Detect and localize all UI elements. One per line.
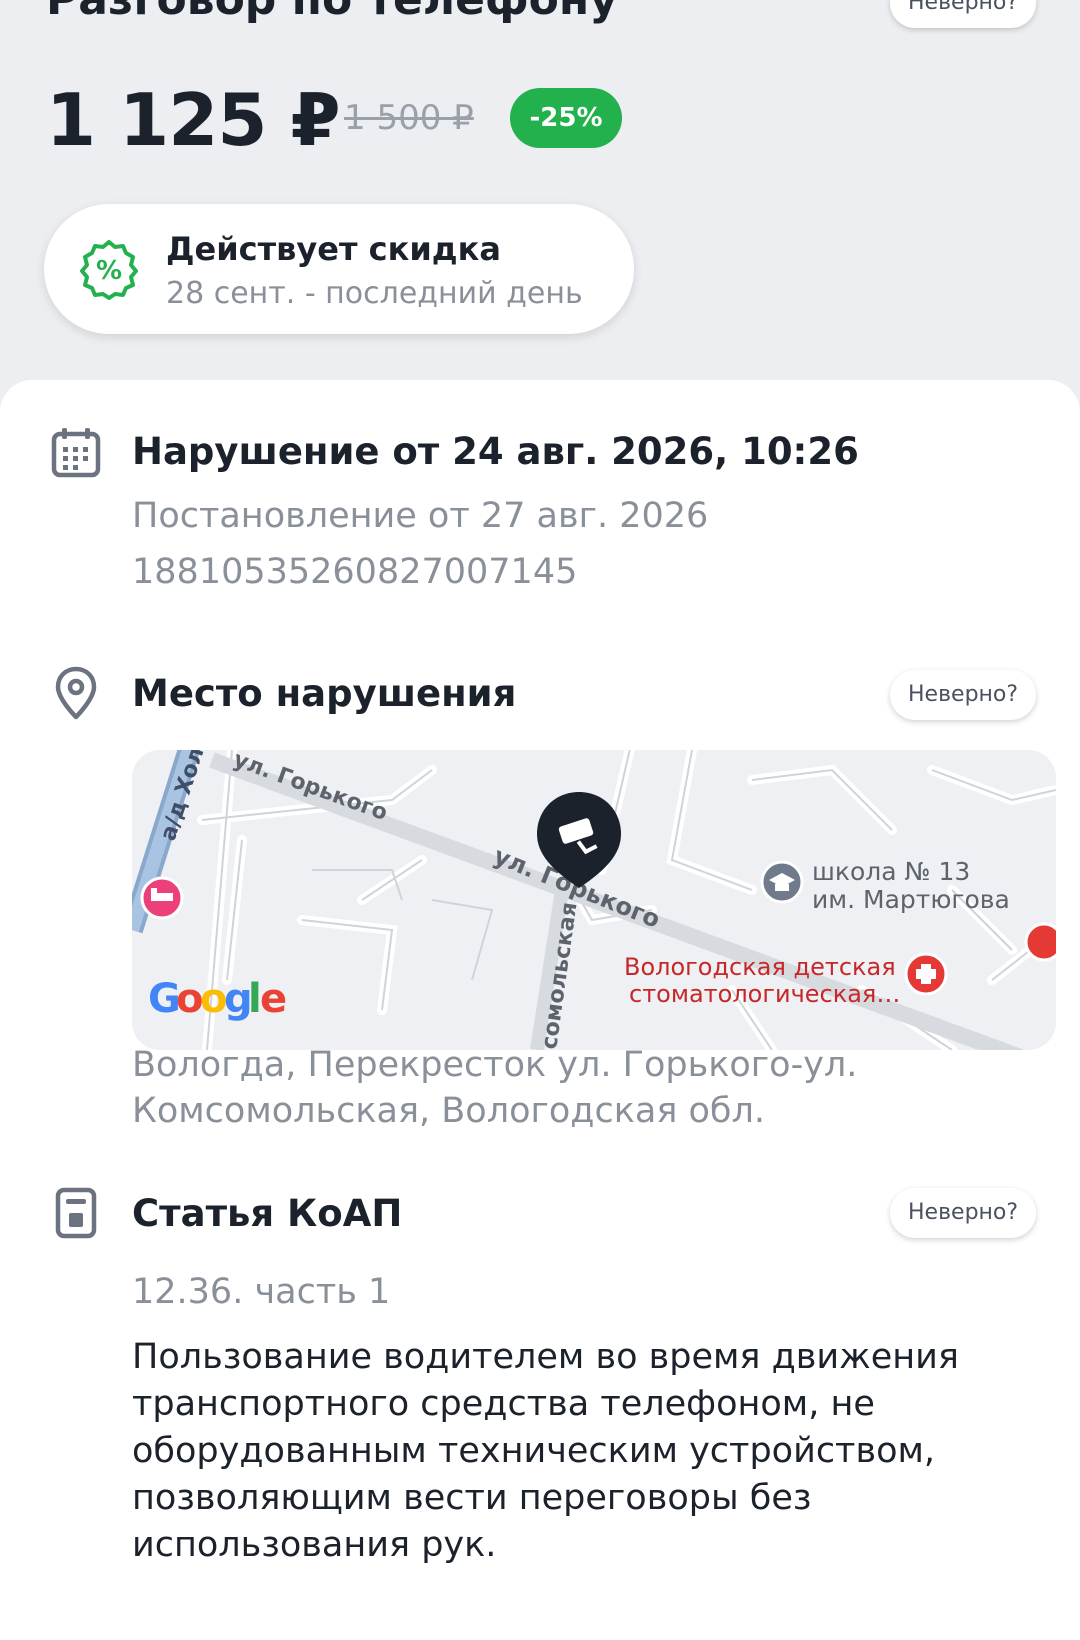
svg-text:%: %	[96, 256, 122, 286]
map-poi-school-line1: школа № 13	[812, 857, 970, 886]
report-incorrect-button-article[interactable]: Неверно?	[890, 1188, 1037, 1238]
map-poi-clinic-line2: стоматологическая…	[629, 980, 900, 1008]
report-incorrect-button-location[interactable]: Неверно?	[890, 670, 1037, 720]
article-code: 12.36. часть 1	[132, 1272, 391, 1312]
map-provider-logo: G o o g l e	[148, 976, 287, 1022]
promo-subtitle: 28 сент. - последний день	[166, 276, 583, 311]
map-poi-school-line2: им. Мартюгова	[812, 885, 1010, 914]
violation-address: Вологда, Перекресток ул. Горького-ул. Ко…	[132, 1045, 858, 1131]
decree-number: 18810535260827007145	[132, 552, 578, 592]
current-price: 1 125 ₽	[46, 78, 341, 162]
discount-info-card[interactable]: % Действует скидка 28 сент. - последний …	[44, 204, 634, 334]
location-pin-icon	[48, 665, 104, 721]
document-icon	[48, 1185, 104, 1241]
map-school-pin-icon	[760, 860, 804, 904]
map-poi-clinic-line1: Вологодская детская	[624, 953, 896, 981]
calendar-icon	[48, 425, 104, 481]
violation-title: Нарушение от 24 авг. 2026, 10:26	[132, 430, 859, 473]
percent-badge-icon: %	[78, 238, 140, 300]
svg-text:e: e	[260, 976, 287, 1022]
map-clinic-pin-icon	[904, 952, 948, 996]
header-area: Разговор по телефону Неверно? 1 125 ₽ 1 …	[0, 0, 1080, 400]
article-title: Статья КоАП	[132, 1192, 403, 1235]
map-hotel-pin-icon	[140, 876, 184, 920]
old-price: 1 500 ₽	[344, 98, 474, 138]
location-title: Место нарушения	[132, 672, 517, 715]
discount-badge: -25%	[510, 88, 622, 148]
article-description: Пользование водителем во время движения …	[132, 1337, 959, 1565]
decree-date: Постановление от 27 авг. 2026	[132, 496, 709, 536]
page-title: Разговор по телефону	[46, 0, 618, 25]
violation-map[interactable]: ул. Горького ул. Горького сомольская а/д…	[132, 750, 1056, 1050]
promo-title: Действует скидка	[166, 230, 501, 268]
report-incorrect-button-title[interactable]: Неверно?	[890, 0, 1037, 28]
